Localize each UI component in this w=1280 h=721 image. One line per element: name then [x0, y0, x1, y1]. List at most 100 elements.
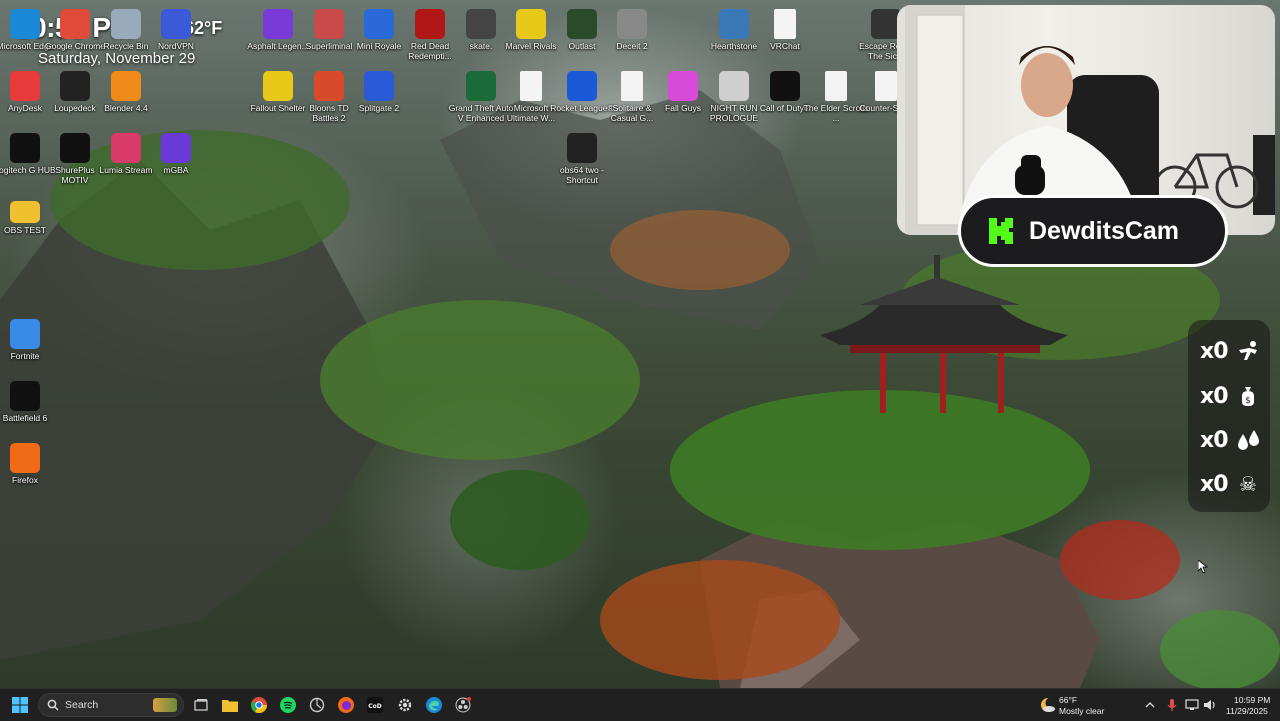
desktop-icon[interactable]: Firefox: [0, 439, 58, 485]
chrome-icon: [60, 9, 90, 39]
taskbar-firefox[interactable]: [334, 693, 358, 717]
desktop-icon-label: NordVPN: [158, 41, 194, 51]
counter-drops: x0: [1200, 424, 1266, 456]
taskbar-file-explorer[interactable]: [218, 693, 242, 717]
lumia-icon: [111, 133, 141, 163]
shooter-icon: [1234, 337, 1262, 365]
desktop-icon[interactable]: Blender 4.4: [93, 67, 159, 113]
red-dead-icon: [415, 9, 445, 39]
counter-strike-file-icon: [875, 71, 897, 101]
stream-counters-panel: x0 x0 $ x0 x0 ☠: [1188, 320, 1270, 512]
desktop-icon[interactable]: Splitgate 2: [346, 67, 412, 113]
counter-shooter: x0: [1200, 335, 1266, 367]
folder-icon: [222, 700, 238, 712]
svg-text:CoD: CoD: [368, 703, 382, 710]
taskbar-spotify[interactable]: [276, 693, 300, 717]
money-bag-icon: $: [1234, 382, 1262, 410]
webcam-name: DewditsCam: [1029, 216, 1180, 245]
weather-temp: 66°F: [1059, 695, 1078, 705]
taskbar-clock-time[interactable]: 10:59 PM: [1234, 695, 1270, 705]
splitgate-icon: [364, 71, 394, 101]
volume-button[interactable]: [1198, 693, 1222, 717]
counter-value: x0: [1200, 471, 1229, 497]
taskbar-obs[interactable]: [451, 693, 475, 717]
folder-icon: [10, 201, 40, 223]
bloons-icon: [314, 71, 344, 101]
desktop-icon-label: OBS TEST: [4, 225, 46, 235]
weather-button[interactable]: [1036, 693, 1060, 717]
webcam-name-badge: DewditsCam: [958, 195, 1228, 267]
search-highlight-icon: [153, 698, 177, 712]
taskbar-edge[interactable]: [422, 693, 446, 717]
taskbar-chrome[interactable]: [247, 693, 271, 717]
anydesk-icon: [10, 71, 40, 101]
desktop-icon[interactable]: obs64 two - Shortcut: [549, 129, 615, 185]
desktop-icon-label: Fortnite: [10, 351, 40, 361]
counter-value: x0: [1200, 338, 1229, 364]
skull-crossbones-icon: ☠: [1239, 473, 1257, 496]
blender-icon: [111, 71, 141, 101]
asphalt-icon: [263, 9, 293, 39]
mgba-icon: [161, 133, 191, 163]
taskbar-call-of-duty[interactable]: CoD: [363, 693, 387, 717]
call-of-duty-icon: CoD: [367, 697, 383, 713]
taskbar-app-circle[interactable]: [305, 693, 329, 717]
svg-text:$: $: [1245, 396, 1251, 406]
app-circle-icon: [309, 697, 325, 713]
desktop-icon[interactable]: OBS TEST: [0, 191, 58, 235]
taskbar-search[interactable]: Search: [38, 693, 184, 717]
rocket-league-icon: [567, 71, 597, 101]
nordvpn-icon: [161, 9, 191, 39]
counter-value: x0: [1200, 383, 1229, 409]
desktop-icon-label: VRChat: [770, 41, 800, 51]
desktop-icon[interactable]: mGBA: [143, 129, 209, 175]
mouse-cursor: [1198, 560, 1208, 574]
logitech-icon: [10, 133, 40, 163]
taskbar-clock-date[interactable]: 11/29/2025: [1226, 706, 1268, 716]
desktop-icon-label: Splitgate 2: [358, 103, 400, 113]
desktop-icon[interactable]: VRChat: [752, 5, 818, 51]
kick-logo-icon: [989, 218, 1013, 244]
weather-description: Mostly clear: [1059, 706, 1105, 716]
spotify-icon: [280, 697, 296, 713]
network-icon: [1185, 699, 1199, 710]
desktop-icon-label: Firefox: [12, 475, 38, 485]
word-file-icon: [520, 71, 542, 101]
counter-value: x0: [1200, 427, 1229, 453]
start-button[interactable]: [8, 693, 32, 717]
counter-money: x0 $: [1200, 380, 1266, 412]
vrchat-file-icon: [774, 9, 796, 39]
taskbar: Search CoD 66°F Mostly clear 10:59 PM 11…: [0, 688, 1280, 721]
fallout-shelter-icon: [263, 71, 293, 101]
desktop-icon[interactable]: Deceit 2: [599, 5, 665, 51]
desktop-icon-label: mGBA: [163, 165, 189, 175]
desktop-icon-label: obs64 two - Shortcut: [560, 165, 604, 185]
windows-logo-icon: [12, 697, 28, 713]
search-icon: [47, 699, 59, 711]
hearthstone-icon: [719, 9, 749, 39]
task-view-icon: [194, 699, 208, 711]
desktop-icon[interactable]: Battlefield 6: [0, 377, 58, 423]
show-hidden-icons-button[interactable]: [1138, 693, 1162, 717]
fall-guys-icon: [668, 71, 698, 101]
fortnite-icon: [10, 319, 40, 349]
desktop-icon[interactable]: Fortnite: [0, 315, 58, 361]
desktop-icon-label: Deceit 2: [616, 41, 648, 51]
taskbar-settings[interactable]: [393, 693, 417, 717]
outlast-icon: [567, 9, 597, 39]
desktop-icon[interactable]: NordVPN: [143, 5, 209, 51]
battlefield-icon: [10, 381, 40, 411]
night-run-icon: [719, 71, 749, 101]
shure-icon: [60, 133, 90, 163]
desktop-icon-label: Blender 4.4: [104, 103, 148, 113]
obs-icon: [455, 697, 471, 713]
firefox-icon: [10, 443, 40, 473]
firefox-icon: [338, 697, 354, 713]
skate-icon: [466, 9, 496, 39]
chrome-icon: [251, 697, 267, 713]
deceit-icon: [617, 9, 647, 39]
clock-widget-date: Saturday, November 29: [38, 50, 196, 67]
counter-skull: x0 ☠: [1200, 468, 1266, 500]
edge-icon: [426, 697, 442, 713]
task-view-button[interactable]: [189, 693, 213, 717]
